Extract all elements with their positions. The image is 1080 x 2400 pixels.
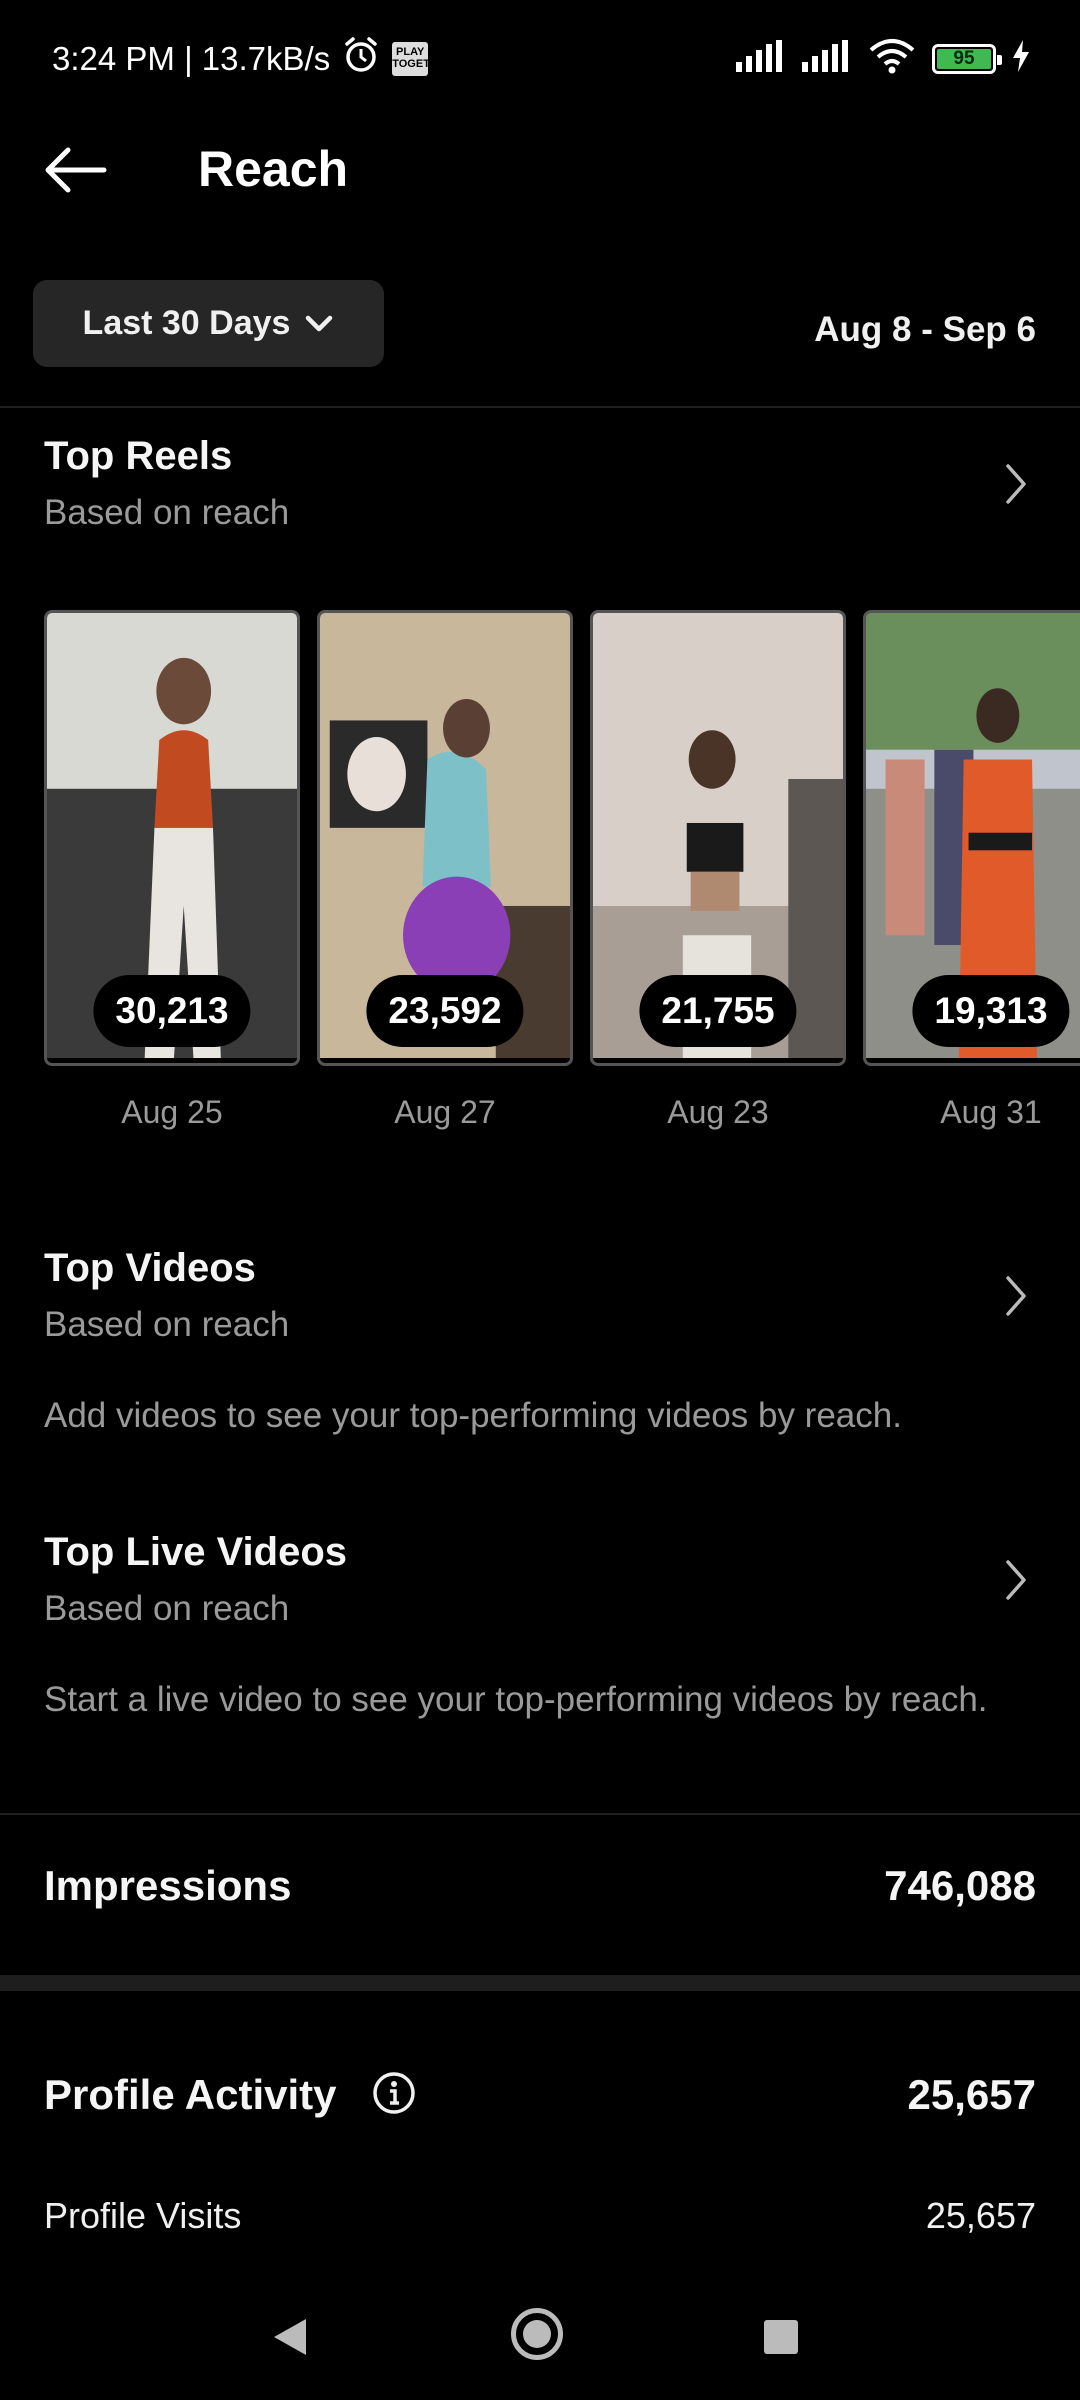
reel-card[interactable]: 23,592 (317, 610, 573, 1066)
status-bar: 3:24 PM | 13.7kB/s PLAY TOGETHER 95 (0, 0, 1080, 110)
header: Reach (0, 120, 1080, 220)
impressions-value: 746,088 (884, 1862, 1036, 1909)
profile-activity-value: 25,657 (907, 2071, 1036, 2118)
reel-card[interactable]: 19,313 (863, 610, 1080, 1066)
info-icon[interactable] (372, 2071, 416, 2115)
profile-visits-label: Profile Visits (44, 2195, 242, 2236)
battery-icon: 95 (932, 43, 1002, 74)
reel-reach-count: 23,592 (366, 975, 524, 1047)
date-range-dropdown[interactable]: Last 30 Days (33, 280, 384, 367)
top-videos-empty-message: Add videos to see your top-performing vi… (44, 1396, 902, 1435)
battery-tip (997, 54, 1002, 65)
reel-reach-count: 30,213 (93, 975, 251, 1047)
status-time: 3:24 PM | 13.7kB/s (52, 40, 331, 77)
nav-back-icon[interactable] (270, 2315, 310, 2359)
page-title: Reach (198, 141, 349, 197)
reel-date: Aug 25 (121, 1094, 223, 1130)
section-divider (0, 1975, 1080, 1991)
reel-card[interactable]: 30,213 (44, 610, 300, 1066)
status-right: 95 (736, 38, 1030, 79)
signal-icon-2 (802, 40, 852, 77)
alarm-icon (342, 36, 380, 82)
top-videos-subtitle: Based on reach (44, 1305, 290, 1344)
top-live-videos-subtitle: Based on reach (44, 1589, 290, 1628)
date-range-dropdown-label: Last 30 Days (82, 304, 291, 342)
charging-bolt-icon (1012, 40, 1030, 77)
nav-home-icon[interactable] (511, 2308, 563, 2360)
top-reels-subtitle: Based on reach (44, 493, 290, 532)
profile-activity-label: Profile Activity (44, 2071, 337, 2118)
divider (0, 1813, 1080, 1815)
top-live-videos-title: Top Live Videos (44, 1530, 348, 1574)
reel-reach-count: 21,755 (639, 975, 797, 1047)
wifi-icon (868, 38, 916, 79)
reel-date: Aug 23 (667, 1094, 769, 1130)
top-live-videos-empty-message: Start a live video to see your top-perfo… (44, 1680, 988, 1719)
back-button[interactable] (40, 145, 112, 195)
top-videos-title: Top Videos (44, 1246, 256, 1290)
chevron-right-icon (1006, 1560, 1026, 1600)
battery-level: 95 (953, 47, 975, 69)
divider (0, 406, 1080, 408)
chevron-right-icon (1006, 464, 1026, 504)
signal-icon (736, 40, 786, 77)
top-reels-title: Top Reels (44, 434, 233, 478)
back-arrow-icon (45, 147, 107, 193)
play-together-icon: PLAY TOGETHER (392, 42, 453, 76)
nav-home-dot (523, 2320, 551, 2348)
reel-reach-count: 19,313 (912, 975, 1070, 1047)
chevron-right-icon (1006, 1276, 1026, 1316)
profile-visits-value: 25,657 (925, 2195, 1036, 2236)
reel-date: Aug 27 (394, 1094, 496, 1130)
reel-card[interactable]: 21,755 (590, 610, 846, 1066)
reel-date: Aug 31 (940, 1094, 1042, 1130)
top-reels-carousel[interactable]: 30,213 Aug 25 23,592 Aug 27 21,755 Aug 2… (0, 610, 1080, 1130)
date-range-text: Aug 8 - Sep 6 (814, 310, 1036, 349)
nav-recents-icon[interactable] (764, 2320, 798, 2354)
status-left: 3:24 PM | 13.7kB/s PLAY TOGETHER (52, 36, 453, 82)
system-nav-bar (0, 2280, 1080, 2400)
chevron-down-icon (306, 315, 333, 331)
impressions-label: Impressions (44, 1862, 292, 1909)
